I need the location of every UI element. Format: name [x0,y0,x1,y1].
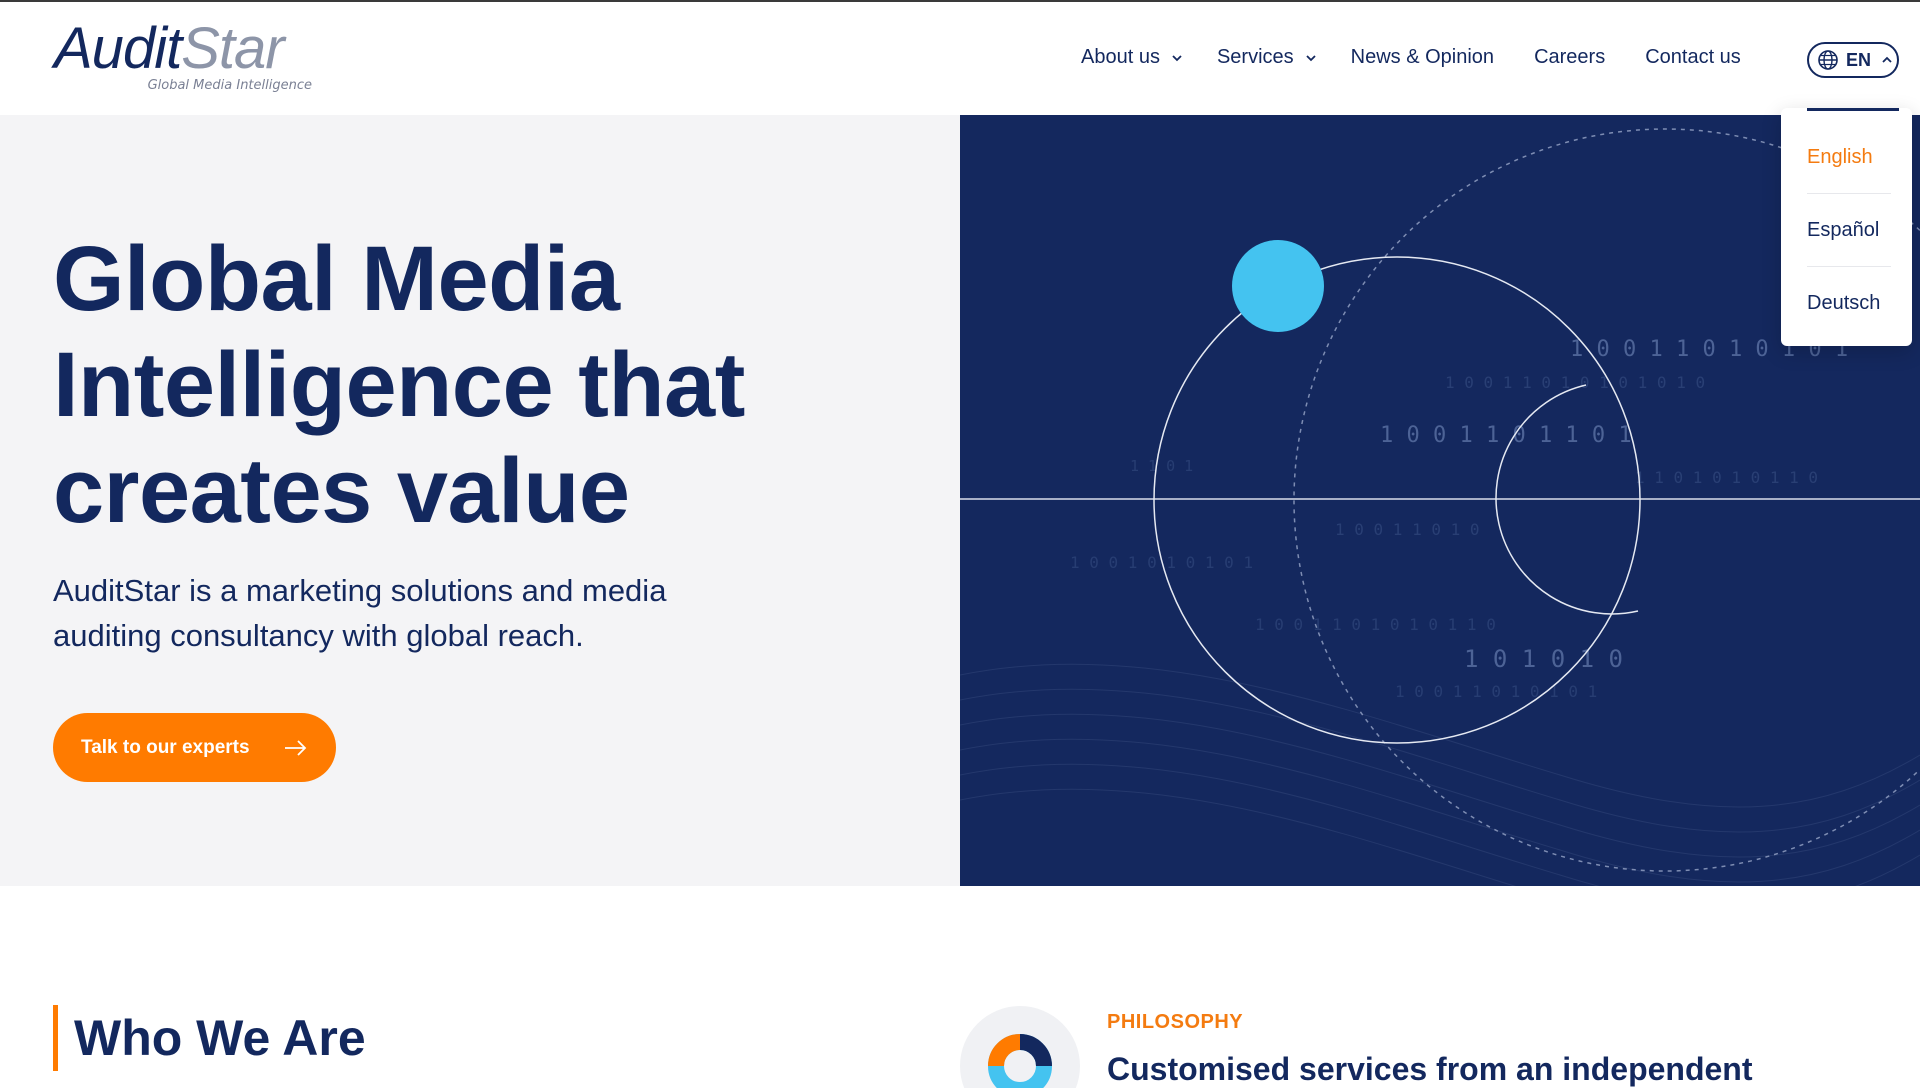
nav-item-careers[interactable]: Careers [1534,46,1605,69]
data-orbit-graphic: 1 0 0 1 1 0 1 0 1 0 1 1 0 0 1 1 0 1 0 1 … [960,128,1920,886]
who-we-are-title: Who We Are [74,1010,366,1066]
nav-item-services[interactable]: Services [1217,46,1318,69]
binary-row: 1 0 1 0 1 0 [1464,645,1623,673]
language-option-english[interactable]: English [1807,121,1891,194]
auditstar-logo[interactable]: AuditStar Global Media Intelligence [54,18,324,98]
binary-row: 1 0 0 1 1 0 1 0 1 0 1 0 1 0 [1445,373,1705,392]
hero-title: Global Media Intelligence that creates v… [53,226,913,544]
hero-subtitle-line: AuditStar is a marketing solutions and m… [53,573,667,608]
binary-row: 1 1 0 1 [1130,457,1193,475]
hero-subtitle-line: auditing consultancy with global reach. [53,618,584,653]
binary-row: 1 1 0 1 0 1 0 1 1 0 [1635,468,1818,487]
logo-tagline: Global Media Intelligence [147,78,312,93]
cta-label: Talk to our experts [81,736,250,758]
hero-title-line: creates value [53,440,630,542]
language-dropdown: English Español Deutsch [1781,108,1912,346]
talk-to-experts-button[interactable]: Talk to our experts [53,713,336,782]
nav-item-news-opinion[interactable]: News & Opinion [1351,46,1494,69]
main-nav: About us Services News & Opinion Careers… [1081,46,1741,69]
logo-wordmark: AuditStar [54,18,324,80]
language-switcher-button[interactable]: EN [1807,42,1899,78]
language-option-label: Deutsch [1807,292,1881,314]
hero-text-panel: Global Media Intelligence that creates v… [0,115,960,886]
language-option-deutsch[interactable]: Deutsch [1807,267,1891,340]
hero-subtitle: AuditStar is a marketing solutions and m… [53,568,813,658]
globe-icon [1818,50,1838,70]
binary-row: 1 0 0 1 1 0 1 0 1 0 1 1 0 [1255,615,1496,634]
binary-row: 1 0 0 1 1 0 1 1 0 1 [1380,423,1632,448]
logo-word-audit: Audit [54,16,182,81]
nav-item-label: News & Opinion [1350,46,1495,68]
who-we-are-heading: Who We Are [53,1005,366,1071]
nav-item-label: Careers [1534,46,1606,68]
nav-item-label: About us [1081,46,1160,68]
site-header: AuditStar Global Media Intelligence Abou… [0,2,1920,115]
nav-item-label: Contact us [1645,46,1741,68]
nav-item-contact-us[interactable]: Contact us [1645,46,1741,69]
nav-item-label: Services [1216,46,1294,68]
hero-title-line: Global Media [53,228,620,330]
logo-word-star: Star [181,16,284,81]
philosophy-heading: Customised services from an independent [1107,1051,1753,1087]
light-blue-dot [1232,240,1324,332]
binary-row: 1 0 0 1 1 0 1 0 1 0 1 [1395,682,1597,701]
donut-chart-icon [988,1034,1052,1088]
language-option-label: English [1807,146,1873,168]
chevron-down-icon [1306,54,1316,61]
chevron-up-icon [1882,56,1892,63]
hero-illustration: 1 0 0 1 1 0 1 0 1 0 1 1 0 0 1 1 0 1 0 1 … [960,115,1920,886]
chevron-down-icon [1172,54,1182,61]
language-option-label: Español [1807,219,1880,241]
binary-digits: 1 0 0 1 1 0 1 0 1 0 1 1 0 0 1 1 0 1 0 1 … [1070,337,1848,701]
language-option-espanol[interactable]: Español [1807,194,1891,267]
binary-row: 1 0 0 1 1 0 1 0 [1335,520,1480,539]
philosophy-label: PHILOSOPHY [1107,1011,1244,1033]
philosophy-icon [960,1006,1080,1088]
nav-item-about-us[interactable]: About us [1081,46,1184,69]
hero-title-line: Intelligence that [53,334,745,436]
arrow-right-icon [285,740,307,756]
language-code: EN [1846,49,1872,70]
